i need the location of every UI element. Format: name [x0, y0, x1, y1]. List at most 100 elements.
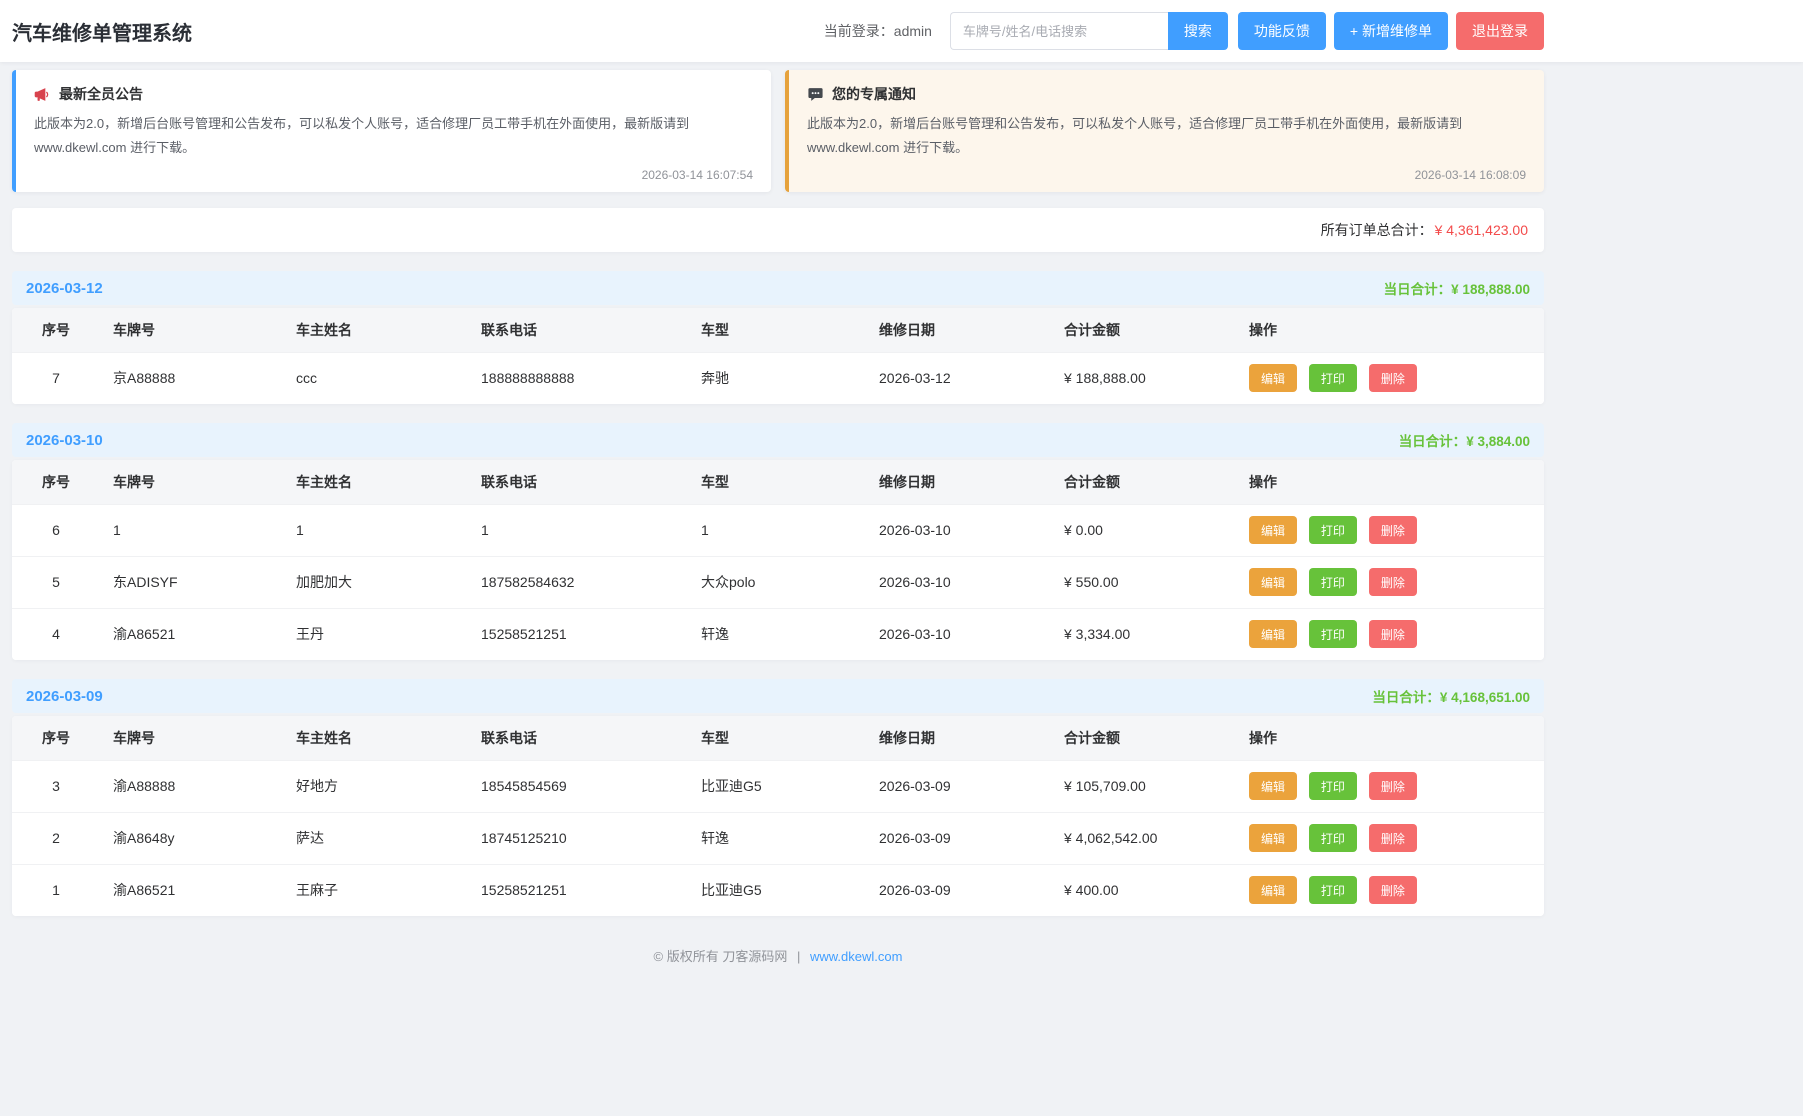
delete-button[interactable]: 删除 — [1369, 876, 1417, 904]
table-header-row: 序号车牌号车主姓名联系电话车型维修日期合计金额操作 — [12, 716, 1544, 760]
delete-button[interactable]: 删除 — [1369, 772, 1417, 800]
column-header: 合计金额 — [1051, 460, 1236, 504]
table-header-row: 序号车牌号车主姓名联系电话车型维修日期合计金额操作 — [12, 460, 1544, 504]
search-button[interactable]: 搜索 — [1168, 12, 1228, 50]
daily-total: 当日合计：¥ 3,884.00 — [1399, 430, 1530, 450]
column-header: 联系电话 — [468, 308, 688, 352]
personal-notice-title-row: 您的专属通知 — [807, 84, 1526, 104]
cell-phone: 1 — [468, 504, 688, 556]
cell-no: 5 — [12, 556, 100, 608]
column-header: 序号 — [12, 308, 100, 352]
cell-phone: 15258521251 — [468, 864, 688, 916]
personal-notice-title: 您的专属通知 — [832, 84, 916, 104]
cell-repair-date: 2026-03-09 — [866, 760, 1051, 812]
cell-actions: 编辑 打印 删除 — [1236, 760, 1544, 812]
cell-model: 轩逸 — [688, 812, 866, 864]
edit-button[interactable]: 编辑 — [1249, 772, 1297, 800]
cell-phone: 18745125210 — [468, 812, 688, 864]
column-header: 操作 — [1236, 460, 1544, 504]
group-header: 2026-03-12 当日合计：¥ 188,888.00 — [12, 271, 1544, 305]
announcement-title: 最新全员公告 — [59, 84, 143, 104]
cell-plate: 渝A88888 — [100, 760, 283, 812]
column-header: 车主姓名 — [283, 308, 468, 352]
column-header: 车牌号 — [100, 716, 283, 760]
search-group: 搜索 — [950, 12, 1228, 50]
edit-button[interactable]: 编辑 — [1249, 824, 1297, 852]
cell-repair-date: 2026-03-10 — [866, 504, 1051, 556]
current-login: 当前登录：admin — [824, 21, 932, 41]
print-button[interactable]: 打印 — [1309, 876, 1357, 904]
print-button[interactable]: 打印 — [1309, 772, 1357, 800]
column-header: 车牌号 — [100, 308, 283, 352]
print-button[interactable]: 打印 — [1309, 364, 1357, 392]
cell-plate: 东ADISYF — [100, 556, 283, 608]
speech-bubble-icon — [807, 86, 824, 103]
cell-model: 比亚迪G5 — [688, 864, 866, 916]
delete-button[interactable]: 删除 — [1369, 824, 1417, 852]
group-date: 2026-03-09 — [26, 688, 103, 705]
page-title: 汽车维修单管理系统 — [12, 17, 192, 46]
order-row: 5 东ADISYF 加肥加大 187582584632 大众polo 2026-… — [12, 556, 1544, 608]
cell-actions: 编辑 打印 删除 — [1236, 608, 1544, 660]
personal-notice-body: 此版本为2.0，新增后台账号管理和公告发布，可以私发个人账号，适合修理厂员工带手… — [807, 112, 1526, 160]
cell-no: 1 — [12, 864, 100, 916]
group-date: 2026-03-12 — [26, 280, 103, 297]
cell-amount: ¥ 4,062,542.00 — [1051, 812, 1236, 864]
footer: © 版权所有 刀客源码网 | www.dkewl.com — [12, 916, 1544, 1001]
column-header: 操作 — [1236, 308, 1544, 352]
cell-plate: 渝A86521 — [100, 608, 283, 660]
column-header: 车型 — [688, 716, 866, 760]
cell-owner: 1 — [283, 504, 468, 556]
daily-total-label: 当日合计： — [1399, 434, 1467, 449]
add-order-button[interactable]: + 新增维修单 — [1334, 12, 1448, 50]
edit-button[interactable]: 编辑 — [1249, 620, 1297, 648]
print-button[interactable]: 打印 — [1309, 824, 1357, 852]
cell-amount: ¥ 0.00 — [1051, 504, 1236, 556]
cell-owner: 好地方 — [283, 760, 468, 812]
edit-button[interactable]: 编辑 — [1249, 516, 1297, 544]
topbar-inner: 汽车维修单管理系统 当前登录：admin 搜索 功能反馈 + 新增维修单 退出登… — [12, 0, 1544, 62]
cell-no: 3 — [12, 760, 100, 812]
cell-actions: 编辑 打印 删除 — [1236, 864, 1544, 916]
cell-model: 比亚迪G5 — [688, 760, 866, 812]
column-header: 车主姓名 — [283, 716, 468, 760]
group-date: 2026-03-10 — [26, 432, 103, 449]
cell-amount: ¥ 550.00 — [1051, 556, 1236, 608]
announcement-time: 2026-03-14 16:07:54 — [34, 168, 753, 182]
order-row: 2 渝A8648y 萨达 18745125210 轩逸 2026-03-09 ¥… — [12, 812, 1544, 864]
topbar-actions: 当前登录：admin 搜索 功能反馈 + 新增维修单 退出登录 — [824, 12, 1544, 50]
print-button[interactable]: 打印 — [1309, 516, 1357, 544]
order-group: 2026-03-12 当日合计：¥ 188,888.00 序号车牌号车主姓名联系… — [12, 271, 1544, 404]
logout-button[interactable]: 退出登录 — [1456, 12, 1544, 50]
edit-button[interactable]: 编辑 — [1249, 364, 1297, 392]
edit-button[interactable]: 编辑 — [1249, 568, 1297, 596]
topbar: 汽车维修单管理系统 当前登录：admin 搜索 功能反馈 + 新增维修单 退出登… — [0, 0, 1803, 62]
daily-total: 当日合计：¥ 188,888.00 — [1384, 278, 1530, 298]
order-group: 2026-03-09 当日合计：¥ 4,168,651.00 序号车牌号车主姓名… — [12, 679, 1544, 916]
orders-table: 序号车牌号车主姓名联系电话车型维修日期合计金额操作 3 渝A88888 好地方 … — [12, 716, 1544, 916]
delete-button[interactable]: 删除 — [1369, 364, 1417, 392]
delete-button[interactable]: 删除 — [1369, 516, 1417, 544]
print-button[interactable]: 打印 — [1309, 620, 1357, 648]
cell-model: 奔驰 — [688, 352, 866, 404]
cell-repair-date: 2026-03-09 — [866, 864, 1051, 916]
footer-link[interactable]: www.dkewl.com — [810, 949, 902, 964]
edit-button[interactable]: 编辑 — [1249, 876, 1297, 904]
order-row: 4 渝A86521 王丹 15258521251 轩逸 2026-03-10 ¥… — [12, 608, 1544, 660]
daily-total: 当日合计：¥ 4,168,651.00 — [1372, 686, 1530, 706]
delete-button[interactable]: 删除 — [1369, 620, 1417, 648]
cell-phone: 15258521251 — [468, 608, 688, 660]
search-input[interactable] — [950, 12, 1168, 50]
feedback-button[interactable]: 功能反馈 — [1238, 12, 1326, 50]
cell-owner: ccc — [283, 352, 468, 404]
cell-actions: 编辑 打印 删除 — [1236, 504, 1544, 556]
daily-total-amount: ¥ 3,884.00 — [1466, 434, 1530, 449]
print-button[interactable]: 打印 — [1309, 568, 1357, 596]
cell-plate: 1 — [100, 504, 283, 556]
cell-model: 大众polo — [688, 556, 866, 608]
daily-total-label: 当日合计： — [1384, 282, 1452, 297]
cell-amount: ¥ 105,709.00 — [1051, 760, 1236, 812]
delete-button[interactable]: 删除 — [1369, 568, 1417, 596]
order-row: 1 渝A86521 王麻子 15258521251 比亚迪G5 2026-03-… — [12, 864, 1544, 916]
cell-actions: 编辑 打印 删除 — [1236, 352, 1544, 404]
